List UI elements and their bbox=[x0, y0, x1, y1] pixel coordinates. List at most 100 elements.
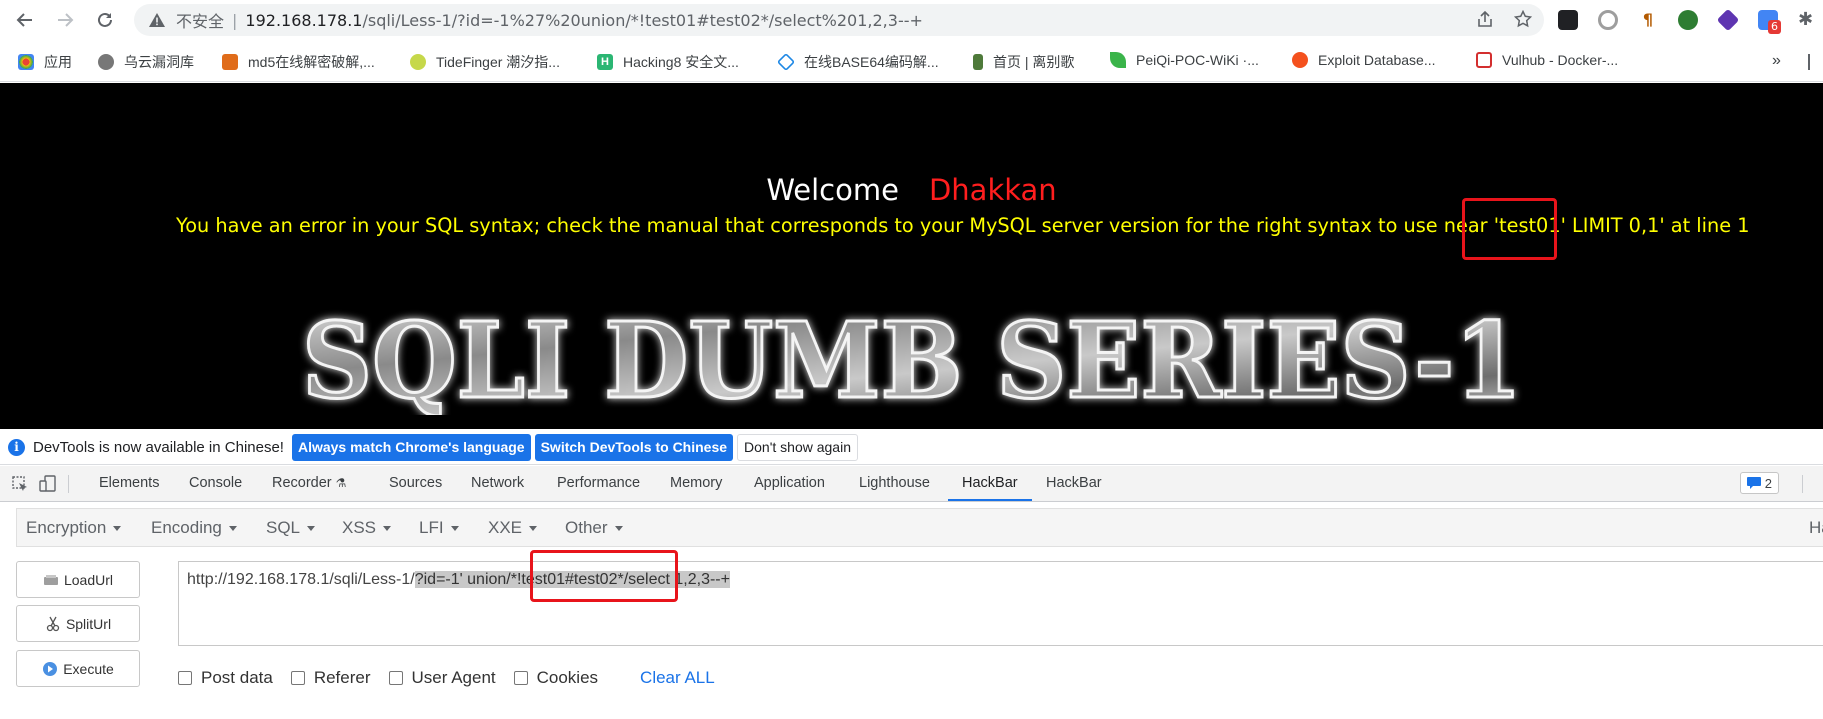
tab-hackbar-2[interactable]: HackBar bbox=[1046, 466, 1102, 501]
caret-down-icon bbox=[307, 526, 316, 532]
menu-sql[interactable]: SQL bbox=[266, 518, 316, 538]
back-icon[interactable] bbox=[8, 3, 42, 37]
tab-sources[interactable]: Sources bbox=[389, 466, 442, 501]
caret-down-icon bbox=[450, 526, 459, 532]
md5-site-icon bbox=[222, 54, 238, 70]
bookmark-libiege[interactable]: 首页 | 离别歌 bbox=[973, 52, 1074, 72]
extension-icon-1[interactable] bbox=[1558, 10, 1578, 30]
tab-application[interactable]: Application bbox=[754, 466, 825, 501]
share-icon[interactable] bbox=[1476, 10, 1494, 28]
post-data-checkbox[interactable] bbox=[178, 671, 192, 685]
user-agent-option[interactable]: User Agent bbox=[388, 668, 496, 688]
tab-divider-right bbox=[1802, 475, 1803, 493]
menu-other[interactable]: Other bbox=[565, 518, 623, 538]
menu-xss[interactable]: XSS bbox=[342, 518, 392, 538]
hackbar-url-textarea[interactable]: http://192.168.178.1/sqli/Less-1/?id=-1'… bbox=[178, 561, 1823, 646]
menu-encryption[interactable]: Encryption bbox=[26, 518, 122, 538]
bookmark-apps[interactable]: 应用 bbox=[18, 52, 72, 72]
bookmark-label: Hacking8 安全文... bbox=[623, 54, 739, 70]
switch-to-chinese-button[interactable]: Switch DevTools to Chinese bbox=[534, 433, 734, 461]
referer-option[interactable]: Referer bbox=[290, 668, 371, 688]
device-toolbar-icon[interactable] bbox=[39, 475, 57, 493]
page-content: Welcome Dhakkan You have an error in your… bbox=[0, 83, 1823, 429]
split-url-button[interactable]: SplitUrl bbox=[16, 605, 140, 642]
bookmark-label: 乌云漏洞库 bbox=[124, 54, 194, 70]
execute-button[interactable]: Execute bbox=[16, 650, 140, 687]
bookmark-label: Exploit Database... bbox=[1318, 52, 1436, 68]
extension-icon-6[interactable]: 6 bbox=[1758, 10, 1781, 34]
exploitdb-icon bbox=[1292, 52, 1308, 68]
banner-logo: SQLI DUMB SERIES-1 bbox=[300, 305, 1523, 415]
issues-badge[interactable]: 2 bbox=[1739, 472, 1779, 494]
tab-console[interactable]: Console bbox=[189, 466, 242, 501]
url-host: 192.168.178.1 bbox=[245, 10, 363, 30]
load-url-button[interactable]: LoadUrl bbox=[16, 561, 140, 598]
tab-lighthouse[interactable]: Lighthouse bbox=[859, 466, 930, 501]
user-agent-checkbox[interactable] bbox=[388, 671, 403, 685]
tab-recorder[interactable]: Recorder ⚗ bbox=[272, 466, 346, 501]
cookies-option[interactable]: Cookies bbox=[513, 668, 599, 688]
bookmark-label: 首页 | 离别歌 bbox=[993, 54, 1075, 70]
bookmark-tidefinger[interactable]: TideFinger 潮汐指... bbox=[410, 52, 560, 72]
inspect-element-icon[interactable] bbox=[11, 475, 29, 493]
extension-icon-3[interactable]: ¶ bbox=[1638, 10, 1658, 30]
extension-icon-5[interactable] bbox=[1716, 8, 1740, 32]
bookmark-hacking8[interactable]: H Hacking8 安全文... bbox=[597, 52, 739, 72]
base64-site-icon bbox=[776, 52, 796, 72]
bookmark-peiqi[interactable]: PeiQi-POC-WiKi ·... bbox=[1110, 52, 1259, 68]
welcome-name: Dhakkan bbox=[928, 173, 1057, 207]
highlight-box-payload bbox=[530, 550, 678, 602]
menu-xxe[interactable]: XXE bbox=[488, 518, 538, 538]
puzzle-icon[interactable]: ✱ bbox=[1798, 10, 1818, 30]
tab-performance[interactable]: Performance bbox=[557, 466, 640, 501]
extension-icon-4[interactable] bbox=[1678, 10, 1698, 30]
bookmark-wooyun[interactable]: 乌云漏洞库 bbox=[98, 52, 194, 72]
bookmark-md5[interactable]: md5在线解密破解,... bbox=[222, 52, 375, 72]
menu-lfi[interactable]: LFI bbox=[419, 518, 459, 538]
hackbar-menu: Encryption Encoding SQL XSS LFI XXE Othe… bbox=[16, 508, 1823, 547]
bookmark-label: 在线BASE64编码解... bbox=[804, 54, 939, 70]
caret-down-icon bbox=[228, 526, 237, 532]
tab-divider bbox=[68, 475, 69, 493]
bookmark-exploitdb[interactable]: Exploit Database... bbox=[1292, 52, 1436, 68]
omnibox-separator: | bbox=[232, 10, 238, 30]
address-bar[interactable]: 不安全 | 192.168.178.1/sqli/Less-1/?id=-1%2… bbox=[134, 4, 1544, 36]
option-label: Cookies bbox=[536, 668, 599, 687]
plant-icon bbox=[973, 54, 983, 70]
bookmark-vulhub[interactable]: Vulhub - Docker-... bbox=[1476, 52, 1618, 68]
devtools-tab-bar: Elements Console Recorder ⚗ Sources Netw… bbox=[0, 466, 1823, 502]
always-match-language-button[interactable]: Always match Chrome's language bbox=[291, 433, 531, 461]
bookmarks-divider bbox=[1808, 54, 1810, 70]
bookmark-star-icon[interactable] bbox=[1514, 10, 1532, 28]
bookmark-label: TideFinger 潮汐指... bbox=[436, 54, 560, 70]
option-label: Referer bbox=[313, 668, 371, 687]
menu-label: Encoding bbox=[151, 518, 222, 537]
bookmarks-overflow-icon[interactable]: » bbox=[1772, 52, 1781, 70]
post-data-option[interactable]: Post data bbox=[178, 668, 273, 688]
clear-all-link[interactable]: Clear ALL bbox=[640, 668, 715, 688]
menu-right-partial[interactable]: Ha bbox=[1809, 518, 1823, 538]
apps-grid-icon bbox=[18, 54, 34, 70]
reload-icon[interactable] bbox=[88, 3, 122, 37]
menu-encoding[interactable]: Encoding bbox=[151, 518, 237, 538]
info-icon: i bbox=[8, 438, 25, 456]
extension-icon-2[interactable] bbox=[1598, 10, 1618, 30]
forward-icon[interactable] bbox=[48, 3, 82, 37]
message-icon bbox=[1746, 477, 1761, 489]
flask-icon: ⚗ bbox=[335, 476, 347, 490]
tab-elements[interactable]: Elements bbox=[99, 466, 159, 501]
caret-down-icon bbox=[383, 526, 392, 532]
warning-icon bbox=[149, 13, 165, 27]
sqli-banner: SQLI DUMB SERIES-1 bbox=[0, 305, 1823, 415]
dont-show-again-button[interactable]: Don't show again bbox=[737, 433, 858, 461]
tab-memory[interactable]: Memory bbox=[670, 466, 722, 501]
hacking8-icon: H bbox=[597, 54, 613, 70]
tab-hackbar-active[interactable]: HackBar bbox=[948, 466, 1032, 501]
bookmark-label: 应用 bbox=[44, 54, 72, 70]
tab-network[interactable]: Network bbox=[471, 466, 524, 501]
referer-checkbox[interactable] bbox=[290, 671, 305, 685]
bookmark-base64[interactable]: 在线BASE64编码解... bbox=[776, 52, 939, 72]
play-icon bbox=[43, 661, 58, 676]
cookies-checkbox[interactable] bbox=[513, 671, 528, 685]
bookmark-label: md5在线解密破解,... bbox=[248, 54, 375, 70]
